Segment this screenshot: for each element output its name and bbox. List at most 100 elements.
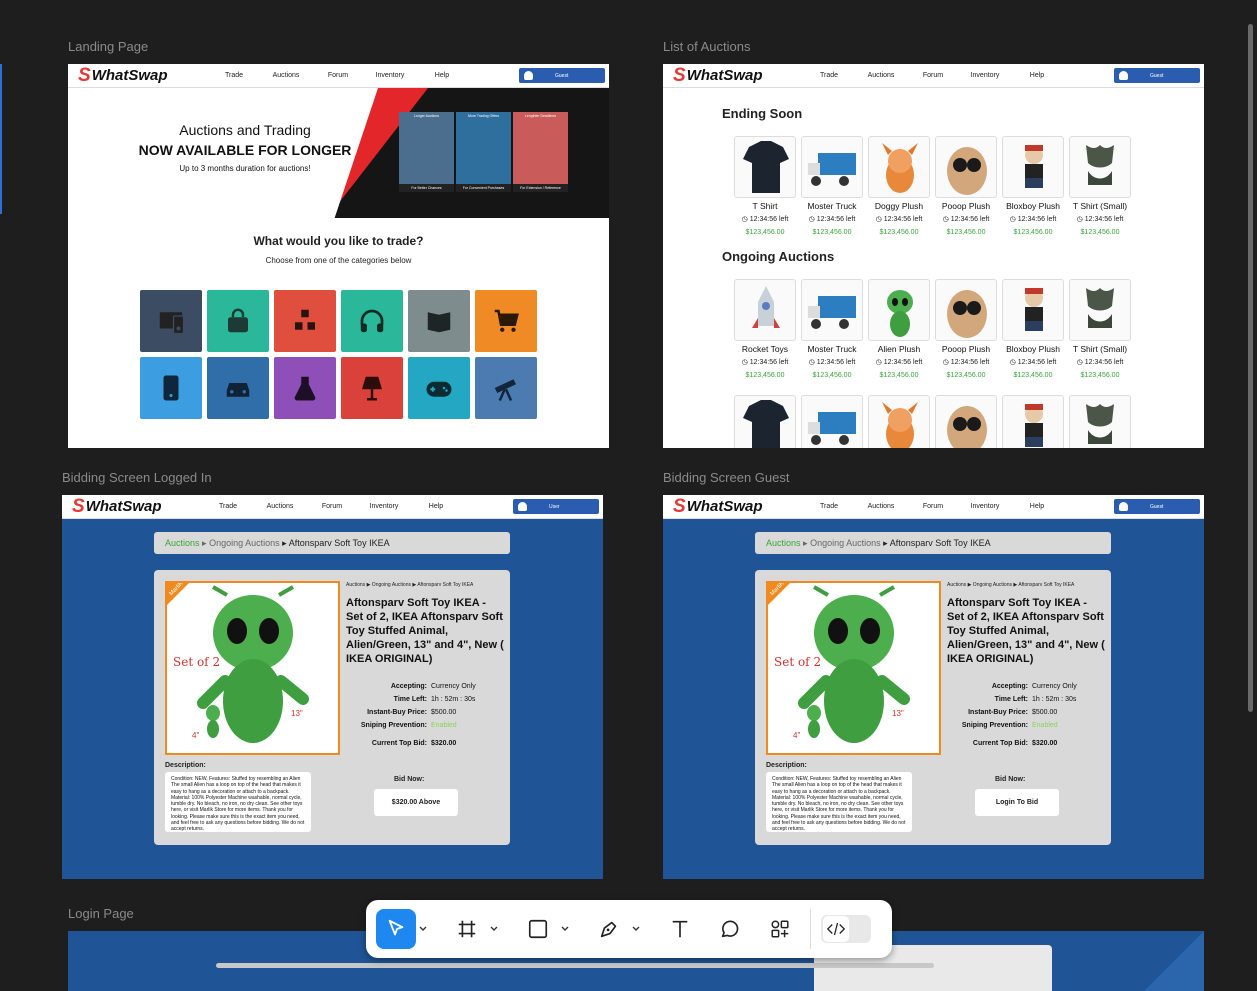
item-thumbnail[interactable] [935, 395, 997, 448]
item-thumbnail[interactable] [868, 395, 930, 448]
auction-item-partial[interactable] [733, 395, 797, 448]
frame-tool-button[interactable] [447, 909, 487, 949]
auction-item[interactable]: Bloxboy Plush ◷ 12:34:56 left $123,456.00 [1001, 279, 1065, 379]
frame-bidding-logged-in[interactable]: S WhatSwap Trade Auctions Forum Inventory Help… [62, 495, 603, 879]
category-tile-car[interactable] [207, 357, 269, 419]
nav-inventory[interactable]: Inventory [959, 503, 1011, 510]
text-tool-button[interactable] [660, 909, 700, 949]
mini-breadcrumb[interactable]: Auctions ▶ Ongoing Auctions ▶ Aftonsparv… [947, 582, 1074, 588]
nav-help[interactable]: Help [416, 72, 468, 79]
crumb-ongoing[interactable]: Ongoing Auctions [810, 538, 881, 548]
frame-label-landing[interactable]: Landing Page [68, 39, 148, 54]
nav-forum[interactable]: Forum [306, 503, 358, 510]
promo-card-longer-auctions[interactable]: Longer Auctions For Better Chances [399, 112, 454, 192]
item-thumbnail[interactable] [801, 136, 863, 198]
user-button[interactable]: Guest [519, 68, 605, 83]
category-tile-telescope[interactable] [475, 357, 537, 419]
nav-trade[interactable]: Trade [803, 72, 855, 79]
category-tile-flask[interactable] [274, 357, 336, 419]
frame-label-list[interactable]: List of Auctions [663, 39, 750, 54]
logo[interactable]: S WhatSwap [72, 497, 192, 516]
nav-help[interactable]: Help [1011, 72, 1063, 79]
category-tile-bag[interactable] [207, 290, 269, 352]
item-thumbnail[interactable] [734, 395, 796, 448]
item-thumbnail[interactable] [734, 279, 796, 341]
nav-trade[interactable]: Trade [208, 72, 260, 79]
user-button[interactable]: Guest [1114, 499, 1200, 514]
nav-inventory[interactable]: Inventory [959, 72, 1011, 79]
bid-button[interactable]: $320.00 Above [374, 789, 458, 816]
nav-inventory[interactable]: Inventory [358, 503, 410, 510]
nav-trade[interactable]: Trade [202, 503, 254, 510]
item-thumbnail[interactable] [935, 279, 997, 341]
pen-tool-button[interactable] [589, 909, 629, 949]
frame-bidding-guest[interactable]: S WhatSwap Trade Auctions Forum Inventory Help… [663, 495, 1204, 879]
item-thumbnail[interactable] [1002, 136, 1064, 198]
item-thumbnail[interactable] [868, 279, 930, 341]
auction-item[interactable]: Doggy Plush ◷ 12:34:56 left $123,456.00 [867, 136, 931, 236]
nav-forum[interactable]: Forum [907, 503, 959, 510]
canvas-scrollbar[interactable] [1248, 24, 1253, 712]
auction-item[interactable]: T Shirt (Small) ◷ 12:34:56 left $123,456.0… [1068, 279, 1132, 379]
item-thumbnail[interactable] [1002, 279, 1064, 341]
auction-item[interactable]: T Shirt ◷ 12:34:56 left $123,456.00 [733, 136, 797, 236]
auction-item[interactable]: Moster Truck ◷ 12:34:56 left $123,456.00 [800, 136, 864, 236]
nav-auctions[interactable]: Auctions [855, 503, 907, 510]
auction-item[interactable]: Pooop Plush ◷ 12:34:56 left $123,456.00 [934, 136, 998, 236]
move-tool-button[interactable] [376, 909, 416, 949]
frame-landing-page[interactable]: S WhatSwap Trade Auctions Forum Inventory… [68, 64, 609, 448]
item-thumbnail[interactable] [1069, 136, 1131, 198]
frame-label-login[interactable]: Login Page [68, 906, 134, 921]
category-tile-lamp[interactable] [341, 357, 403, 419]
auction-item-partial[interactable] [800, 395, 864, 448]
nav-trade[interactable]: Trade [803, 503, 855, 510]
pen-tool-dropdown[interactable] [629, 909, 643, 949]
nav-auctions[interactable]: Auctions [260, 72, 312, 79]
item-thumbnail[interactable] [801, 395, 863, 448]
item-thumbnail[interactable] [868, 136, 930, 198]
category-tile-cart[interactable] [475, 290, 537, 352]
product-image[interactable]: MarliK Set of 2 13" 4" [165, 581, 340, 755]
nav-help[interactable]: Help [1011, 503, 1063, 510]
crumb-ongoing[interactable]: Ongoing Auctions [209, 538, 280, 548]
category-tile-headphones[interactable] [341, 290, 403, 352]
components-tool-button[interactable] [760, 909, 800, 949]
crumb-auctions[interactable]: Auctions [165, 538, 200, 548]
logo[interactable]: S WhatSwap [78, 66, 198, 85]
nav-forum[interactable]: Forum [907, 72, 959, 79]
logo[interactable]: S WhatSwap [673, 66, 793, 85]
frame-tool-dropdown[interactable] [487, 909, 501, 949]
promo-card-more-offers[interactable]: More Trading Offers For Convenient Purch… [456, 112, 511, 192]
nav-auctions[interactable]: Auctions [254, 503, 306, 510]
item-thumbnail[interactable] [935, 136, 997, 198]
auction-item-partial[interactable] [934, 395, 998, 448]
product-image[interactable]: MarliK Set of 2 13" 4" [766, 581, 941, 755]
auction-item[interactable]: Moster Truck ◷ 12:34:56 left $123,456.00 [800, 279, 864, 379]
dev-mode-toggle[interactable] [821, 915, 871, 943]
hero-banner[interactable]: Auctions and Trading NOW AVAILABLE FOR L… [68, 88, 609, 218]
shape-tool-dropdown[interactable] [558, 909, 572, 949]
auction-item[interactable]: Alien Plush ◷ 12:34:56 left $123,456.00 [867, 279, 931, 379]
item-thumbnail[interactable] [1002, 395, 1064, 448]
auction-item-partial[interactable] [1001, 395, 1065, 448]
bid-button[interactable]: Login To Bid [975, 789, 1059, 816]
frame-label-bid-user[interactable]: Bidding Screen Logged In [62, 470, 212, 485]
promo-card-deadlines[interactable]: Lengthier Deadlines For Extension / Refe… [513, 112, 568, 192]
shape-tool-button[interactable] [518, 909, 558, 949]
comment-tool-button[interactable] [710, 909, 750, 949]
auction-item-partial[interactable] [1068, 395, 1132, 448]
logo[interactable]: S WhatSwap [673, 497, 793, 516]
item-thumbnail[interactable] [1069, 395, 1131, 448]
category-tile-gamepad[interactable] [408, 357, 470, 419]
move-tool-dropdown[interactable] [416, 909, 430, 949]
item-thumbnail[interactable] [801, 279, 863, 341]
auction-item[interactable]: Pooop Plush ◷ 12:34:56 left $123,456.00 [934, 279, 998, 379]
login-scrollbar[interactable] [216, 963, 934, 968]
auction-item[interactable]: Rocket Toys ◷ 12:34:56 left $123,456.00 [733, 279, 797, 379]
item-thumbnail[interactable] [1069, 279, 1131, 341]
frame-label-bid-guest[interactable]: Bidding Screen Guest [663, 470, 789, 485]
auction-item-partial[interactable] [867, 395, 931, 448]
category-tile-book[interactable] [408, 290, 470, 352]
user-button[interactable]: User [513, 499, 599, 514]
item-thumbnail[interactable] [734, 136, 796, 198]
